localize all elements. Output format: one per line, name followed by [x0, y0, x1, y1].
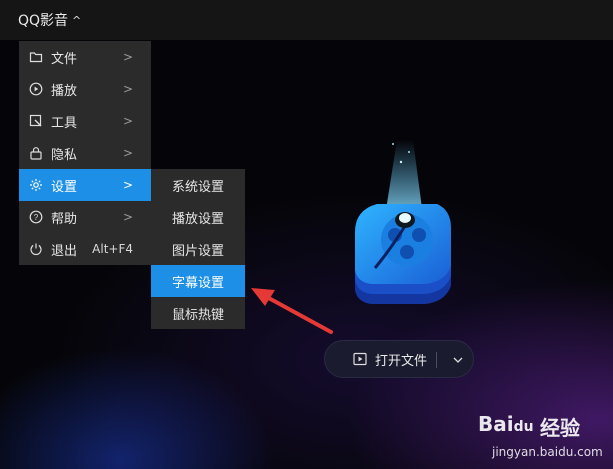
submenu-item-image-settings[interactable]: 图片设置	[151, 233, 245, 265]
chevron-right-icon: >	[122, 82, 133, 96]
menu-item-label: 播放	[51, 83, 78, 99]
menu-item-play[interactable]: 播放 >	[19, 73, 151, 105]
button-divider	[436, 352, 437, 368]
menu-item-exit[interactable]: 退出 Alt+F4	[19, 233, 151, 265]
settings-submenu: 系统设置 播放设置 图片设置 字幕设置 鼠标热键	[151, 169, 245, 329]
watermark-brand: Baidu	[478, 412, 534, 436]
menu-item-tools[interactable]: 工具 >	[19, 105, 151, 137]
tools-icon	[29, 114, 43, 128]
svg-text:?: ?	[34, 213, 39, 222]
submenu-item-subtitle-settings[interactable]: 字幕设置	[151, 265, 245, 297]
open-file-label: 打开文件	[375, 353, 428, 369]
annotation-arrow	[251, 288, 333, 334]
menu-item-label: 工具	[51, 115, 78, 131]
main-menu: 文件 > 播放 > 工具 > 隐私 > 设置 > ? 帮助 > 退出 Alt+F…	[19, 41, 151, 265]
play-circle-icon	[29, 82, 43, 96]
chevron-up-icon[interactable]: ^	[72, 14, 81, 27]
submenu-item-playback-settings[interactable]: 播放设置	[151, 201, 245, 233]
chevron-right-icon: >	[122, 114, 133, 128]
menu-item-label: 文件	[51, 51, 78, 67]
open-file-button[interactable]: 打开文件	[325, 341, 427, 377]
chevron-right-icon: >	[122, 178, 133, 192]
menu-item-file[interactable]: 文件 >	[19, 41, 151, 73]
watermark-url: jingyan.baidu.com	[492, 445, 603, 459]
menu-item-label: 设置	[51, 179, 78, 195]
help-icon: ?	[29, 210, 43, 224]
lock-icon	[29, 146, 43, 160]
menu-item-label: 退出	[51, 243, 78, 259]
submenu-item-system-settings[interactable]: 系统设置	[151, 169, 245, 201]
title-bar[interactable]: QQ影音 ^	[0, 0, 613, 40]
chevron-down-icon[interactable]	[445, 341, 471, 379]
menu-item-help[interactable]: ? 帮助 >	[19, 201, 151, 233]
app-title[interactable]: QQ影音	[18, 10, 68, 30]
watermark-product: 经验	[540, 416, 580, 440]
chevron-right-icon: >	[122, 210, 133, 224]
shortcut-label: Alt+F4	[92, 242, 133, 256]
app-window: QQ影音 ^ 文件 > 播放 > 工具 > 隐私 > 设置 > ? 帮助 > 退…	[0, 0, 613, 469]
chevron-right-icon: >	[122, 146, 133, 160]
menu-item-privacy[interactable]: 隐私 >	[19, 137, 151, 169]
gear-icon	[29, 178, 43, 192]
open-file-button-group: 打开文件	[324, 340, 474, 378]
play-file-icon	[353, 352, 367, 366]
qq-player-logo	[355, 140, 451, 304]
menu-item-label: 隐私	[51, 147, 78, 163]
menu-item-label: 帮助	[51, 211, 78, 227]
submenu-item-mouse-hotkeys[interactable]: 鼠标热键	[151, 297, 245, 329]
folder-icon	[29, 50, 43, 64]
power-icon	[29, 242, 43, 256]
menu-item-settings[interactable]: 设置 >	[19, 169, 151, 201]
chevron-right-icon: >	[122, 50, 133, 64]
